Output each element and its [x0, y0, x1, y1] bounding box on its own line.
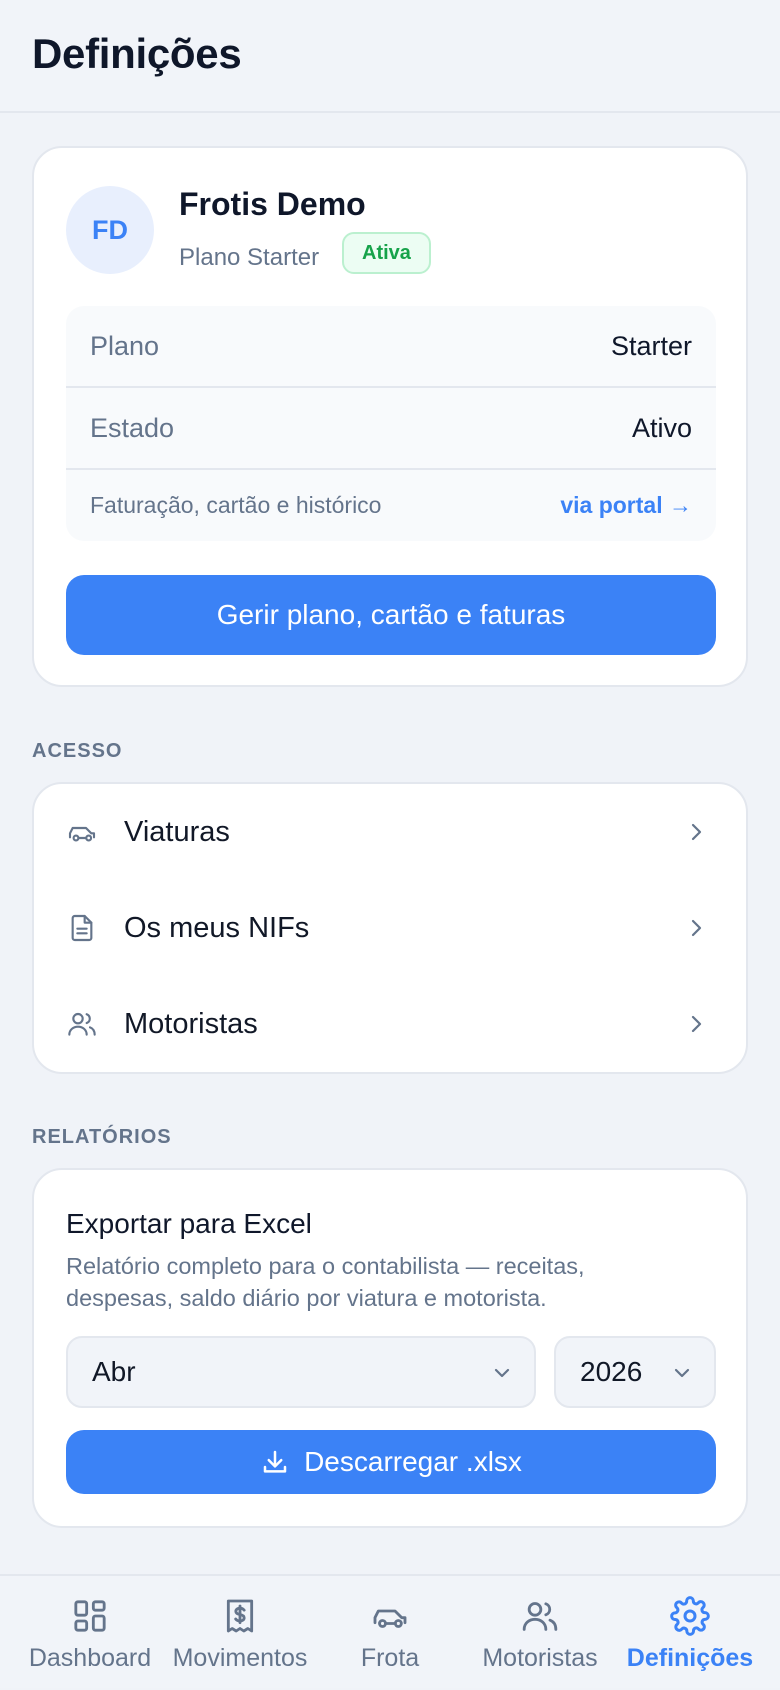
- detail-label: Plano: [90, 330, 160, 361]
- chevron-down-icon: [674, 1368, 690, 1378]
- status-badge: Ativa: [342, 232, 431, 274]
- list-item-label: Viaturas: [124, 815, 230, 848]
- detail-row-billing: Faturação, cartão e histórico via portal…: [66, 470, 716, 541]
- reports-card: Exportar para Excel Relatório completo p…: [32, 1168, 748, 1528]
- plan-details: Plano Starter Estado Ativo Faturação, ca…: [66, 306, 716, 541]
- account-plan: Plano Starter: [179, 244, 320, 271]
- users-icon: [68, 1012, 96, 1036]
- car-icon: [373, 1609, 407, 1628]
- manage-plan-button[interactable]: Gerir plano, cartão e faturas: [66, 575, 716, 655]
- section-label-access: ACESSO: [32, 740, 123, 762]
- receipt-icon: [226, 1599, 254, 1633]
- chevron-down-icon: [494, 1368, 510, 1378]
- gear-icon: [670, 1596, 710, 1636]
- download-label: Descarregar .xlsx: [304, 1446, 522, 1477]
- users-icon: [522, 1602, 558, 1631]
- list-item-nifs[interactable]: Os meus NIFs: [34, 880, 746, 976]
- list-item-motoristas[interactable]: Motoristas: [34, 976, 746, 1072]
- tab-label: Frota: [360, 1644, 420, 1672]
- tab-label: Motoristas: [482, 1644, 598, 1672]
- export-title: Exportar para Excel: [66, 1208, 312, 1239]
- chevron-right-icon: [691, 919, 702, 937]
- billing-label: Faturação, cartão e histórico: [90, 492, 382, 518]
- tab-definicoes[interactable]: Definições: [612, 1576, 768, 1690]
- manage-plan-label: Gerir plano, cartão e faturas: [216, 599, 566, 630]
- access-card: Viaturas Os meus NIFs Motoristas: [32, 782, 748, 1074]
- detail-row-plan: Plano Starter: [66, 306, 716, 388]
- account-name: Frotis Demo: [179, 186, 366, 222]
- list-item-label: Motoristas: [124, 1007, 258, 1040]
- export-description: Relatório completo para o contabilista —…: [66, 1253, 585, 1311]
- year-select[interactable]: 2026: [554, 1336, 716, 1408]
- billing-portal-link[interactable]: via portal →: [560, 492, 692, 519]
- tab-label: Definições: [626, 1644, 754, 1672]
- tab-motoristas[interactable]: Motoristas: [462, 1576, 618, 1690]
- tab-frota[interactable]: Frota: [312, 1576, 468, 1690]
- car-icon: [68, 826, 96, 842]
- detail-row-status: Estado Ativo: [66, 388, 716, 470]
- list-item-label: Os meus NIFs: [124, 911, 310, 944]
- chevron-right-icon: [691, 823, 702, 841]
- detail-label: Estado: [90, 412, 175, 443]
- document-icon: [71, 914, 93, 942]
- account-card: FD Frotis Demo Plano Starter Ativa Plano…: [32, 146, 748, 687]
- tab-movimentos[interactable]: Movimentos: [162, 1576, 318, 1690]
- tab-label: Dashboard: [28, 1644, 152, 1672]
- bottom-tab-bar: Dashboard Movimentos Frota Motoristas De…: [0, 1574, 780, 1688]
- page-title: Definições: [32, 30, 242, 77]
- download-xlsx-button[interactable]: Descarregar .xlsx: [66, 1430, 716, 1494]
- dashboard-icon: [74, 1600, 106, 1632]
- chevron-right-icon: [691, 1015, 702, 1033]
- download-icon: [263, 1450, 287, 1473]
- detail-value: Ativo: [631, 412, 692, 443]
- section-label-reports: RELATÓRIOS: [32, 1126, 172, 1148]
- year-value: 2026: [580, 1356, 643, 1387]
- month-select[interactable]: Abr: [66, 1336, 536, 1408]
- tab-dashboard[interactable]: Dashboard: [12, 1576, 168, 1690]
- detail-value: Starter: [610, 330, 692, 361]
- list-item-viaturas[interactable]: Viaturas: [34, 784, 746, 880]
- page-header: Definições: [0, 0, 780, 113]
- tab-label: Movimentos: [172, 1644, 308, 1672]
- avatar: FD: [66, 186, 154, 274]
- month-value: Abr: [92, 1356, 136, 1387]
